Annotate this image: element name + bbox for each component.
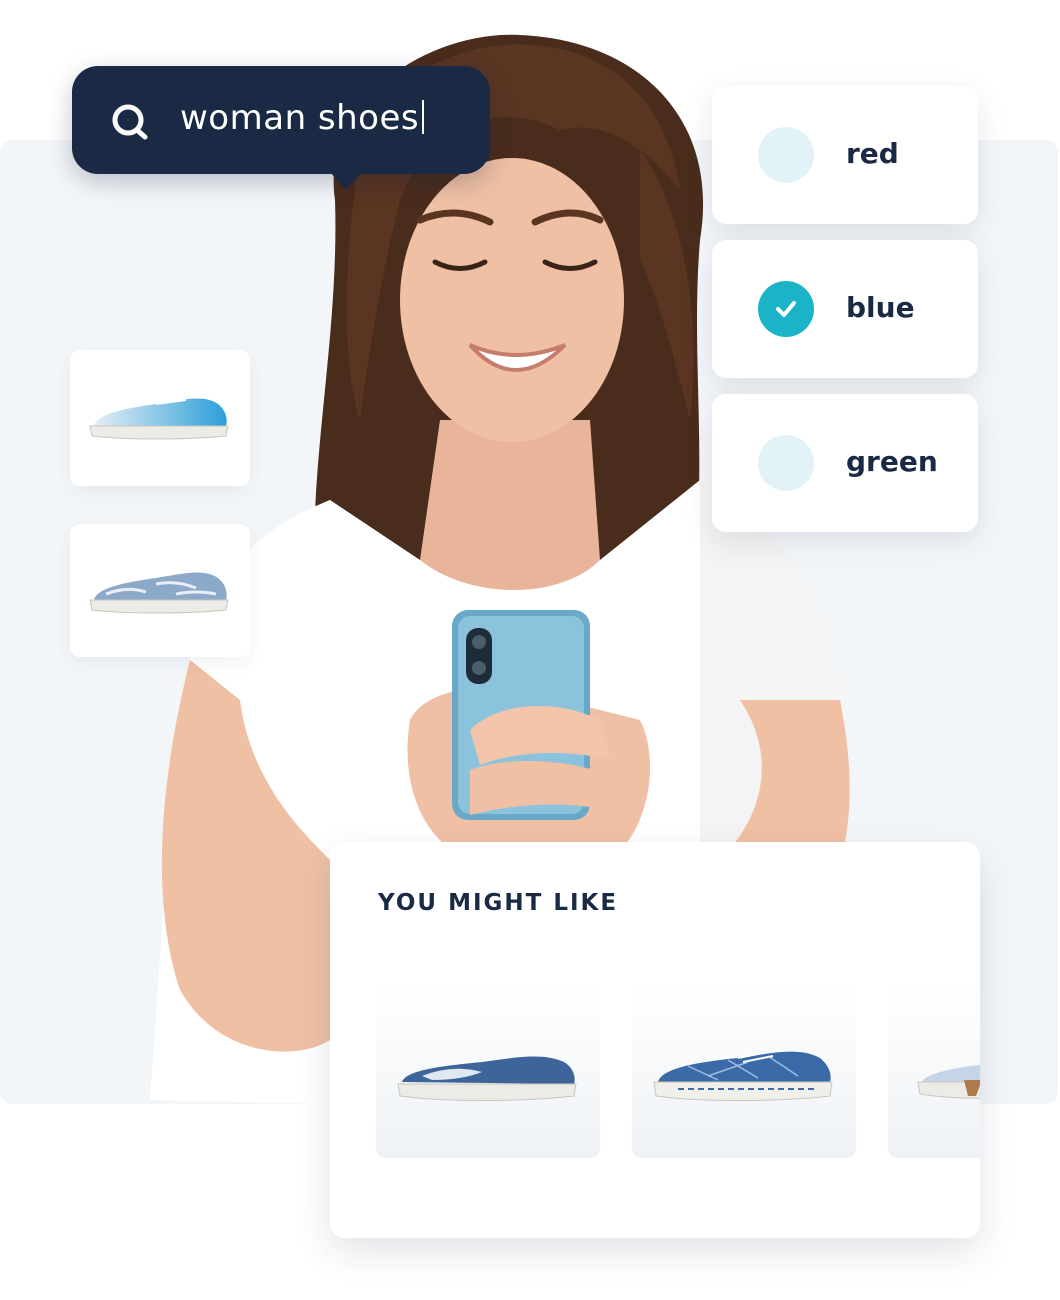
recommended-product-card[interactable] — [376, 984, 600, 1158]
sneaker-gradient-blue-icon — [89, 398, 229, 440]
sneaker-floral-blue-icon — [89, 572, 229, 614]
sneaker-light-blue-icon — [917, 1064, 980, 1099]
search-input[interactable]: woman shoes — [180, 94, 425, 142]
section-title: YOU MIGHT LIKE — [378, 890, 619, 916]
radio-unchecked-icon[interactable] — [758, 127, 814, 183]
filter-option-red[interactable]: red — [712, 86, 978, 224]
radio-unchecked-icon[interactable] — [758, 435, 814, 491]
search-query: woman shoes — [180, 98, 420, 138]
search-icon — [112, 104, 148, 140]
filter-label: red — [846, 137, 899, 170]
recommendations-panel: YOU MIGHT LIKE — [330, 842, 980, 1238]
checkmark-icon[interactable] — [758, 281, 814, 337]
recommended-product-card[interactable] — [632, 984, 856, 1158]
search-bar[interactable]: woman shoes — [72, 66, 490, 190]
sneaker-pattern-navy-icon — [653, 1051, 833, 1101]
product-card[interactable] — [70, 524, 250, 657]
recommended-product-card[interactable] — [888, 984, 980, 1158]
filter-label: blue — [846, 291, 915, 324]
product-card[interactable] — [70, 350, 250, 486]
filter-label: green — [846, 445, 938, 478]
speech-bubble-tail — [330, 172, 362, 190]
filter-option-green[interactable]: green — [712, 394, 978, 532]
filter-option-blue[interactable]: blue — [712, 240, 978, 378]
text-caret — [422, 100, 425, 134]
slip-on-floral-navy-icon — [397, 1056, 577, 1101]
